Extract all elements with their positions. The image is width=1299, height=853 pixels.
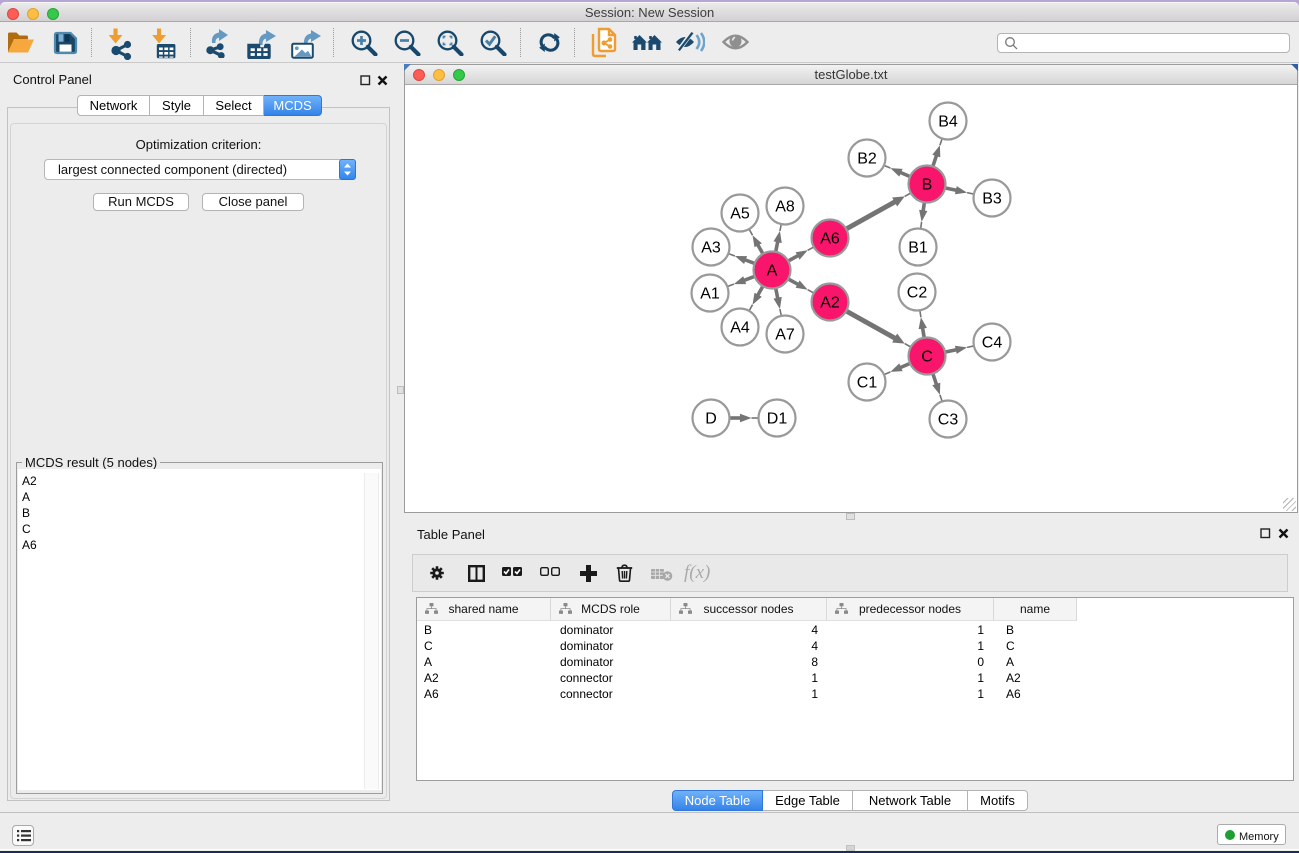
svg-text:A3: A3 [701, 240, 721, 257]
svg-text:B: B [922, 177, 933, 194]
svg-text:D1: D1 [767, 411, 788, 428]
svg-text:B1: B1 [908, 240, 928, 257]
svg-text:A6: A6 [820, 231, 840, 248]
svg-text:A4: A4 [730, 320, 750, 337]
svg-text:C3: C3 [938, 412, 959, 429]
svg-text:A1: A1 [700, 286, 720, 303]
svg-text:A: A [767, 263, 778, 280]
svg-text:C4: C4 [982, 335, 1003, 352]
svg-text:A2: A2 [820, 295, 840, 312]
svg-text:C: C [921, 349, 933, 366]
svg-text:C1: C1 [857, 375, 878, 392]
svg-text:A8: A8 [775, 199, 795, 216]
svg-text:A5: A5 [730, 206, 750, 223]
svg-text:B2: B2 [857, 151, 877, 168]
svg-text:D: D [705, 411, 717, 428]
svg-text:B4: B4 [938, 114, 958, 131]
svg-text:C2: C2 [907, 285, 928, 302]
svg-text:B3: B3 [982, 191, 1002, 208]
svg-text:A7: A7 [775, 327, 795, 344]
